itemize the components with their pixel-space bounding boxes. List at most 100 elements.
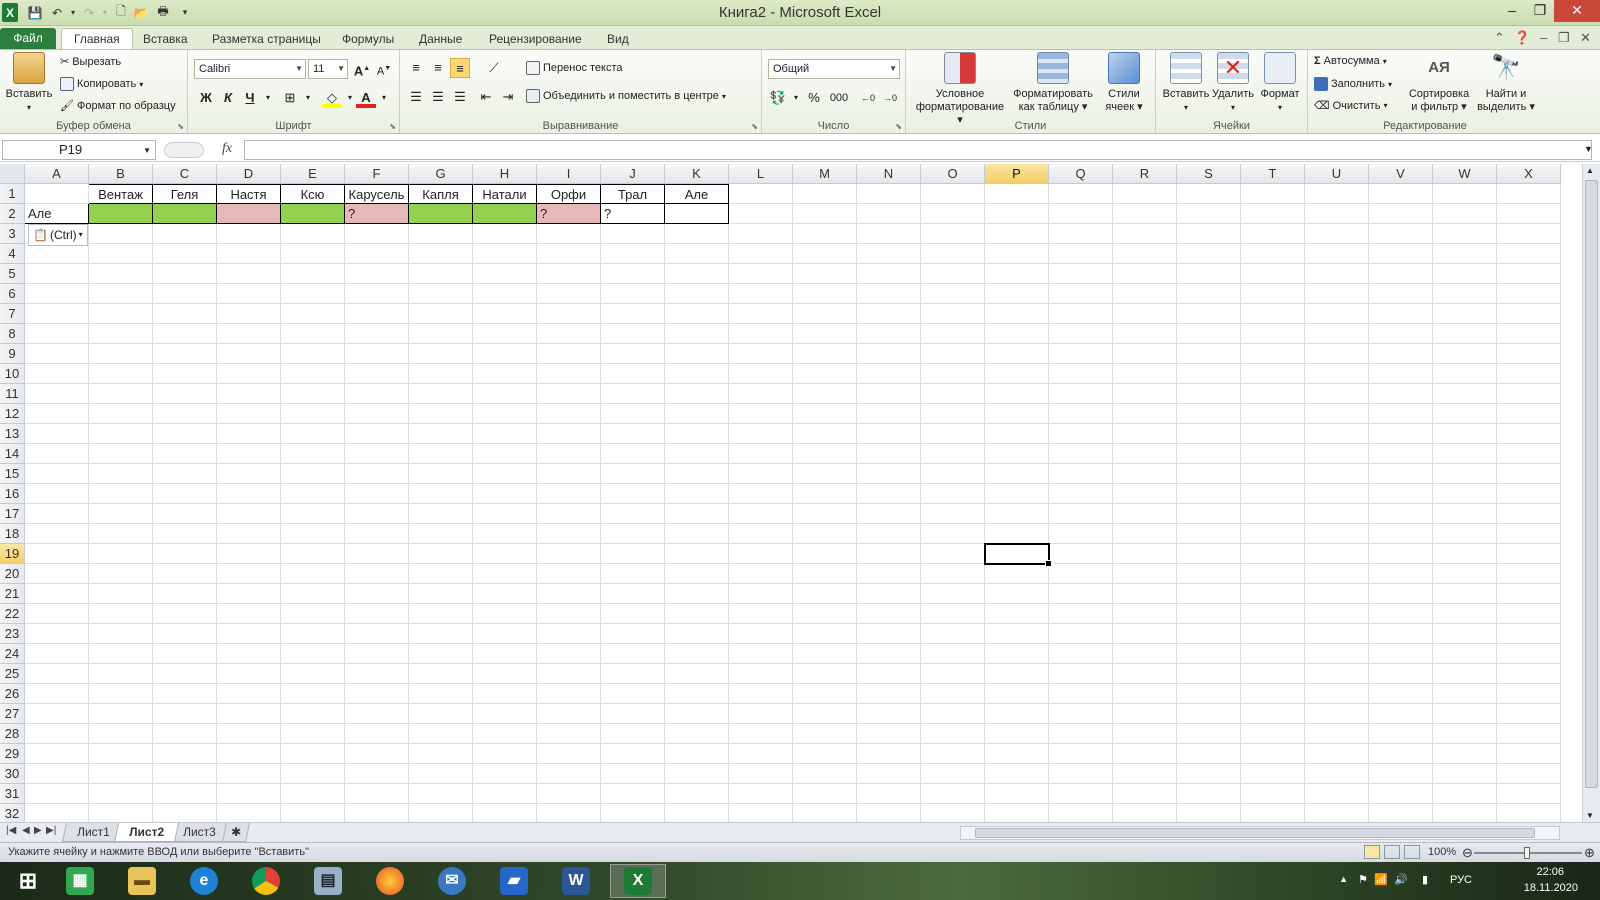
cell-q15[interactable]: [1049, 464, 1113, 484]
cell-s2[interactable]: [1177, 204, 1241, 224]
cell-w26[interactable]: [1433, 684, 1497, 704]
cell-n10[interactable]: [857, 364, 921, 384]
cell-l13[interactable]: [729, 424, 793, 444]
cell-m9[interactable]: [793, 344, 857, 364]
cell-t17[interactable]: [1241, 504, 1305, 524]
cell-x15[interactable]: [1497, 464, 1561, 484]
column-header-b[interactable]: B: [89, 164, 153, 184]
cell-i23[interactable]: [537, 624, 601, 644]
cell-t25[interactable]: [1241, 664, 1305, 684]
clipboard-launcher-icon[interactable]: ⬊: [177, 122, 184, 131]
cell-i25[interactable]: [537, 664, 601, 684]
cell-b17[interactable]: [89, 504, 153, 524]
minimize-icon[interactable]: –: [1498, 0, 1526, 22]
cell-l3[interactable]: [729, 224, 793, 244]
cell-o12[interactable]: [921, 404, 985, 424]
cell-t20[interactable]: [1241, 564, 1305, 584]
tab-review[interactable]: Рецензирование: [489, 29, 582, 50]
cell-a16[interactable]: [25, 484, 89, 504]
fill-color-icon[interactable]: ◇: [322, 88, 342, 108]
cell-v1[interactable]: [1369, 184, 1433, 204]
cell-k31[interactable]: [665, 784, 729, 804]
cell-o20[interactable]: [921, 564, 985, 584]
cell-e30[interactable]: [281, 764, 345, 784]
cell-x19[interactable]: [1497, 544, 1561, 564]
cell-m24[interactable]: [793, 644, 857, 664]
cell-w15[interactable]: [1433, 464, 1497, 484]
zoom-out-icon[interactable]: ⊖: [1462, 843, 1473, 862]
cell-e29[interactable]: [281, 744, 345, 764]
cell-t8[interactable]: [1241, 324, 1305, 344]
cell-a20[interactable]: [25, 564, 89, 584]
cell-p17[interactable]: [985, 504, 1049, 524]
minimize-ribbon-icon[interactable]: ⌃: [1494, 30, 1505, 46]
cell-l1[interactable]: [729, 184, 793, 204]
cell-r18[interactable]: [1113, 524, 1177, 544]
cell-k32[interactable]: [665, 804, 729, 822]
cell-j4[interactable]: [601, 244, 665, 264]
date[interactable]: 18.11.2020: [1524, 882, 1578, 894]
cell-u21[interactable]: [1305, 584, 1369, 604]
row-header-16[interactable]: 16: [0, 484, 25, 504]
cell-n4[interactable]: [857, 244, 921, 264]
cell-t13[interactable]: [1241, 424, 1305, 444]
cell-b9[interactable]: [89, 344, 153, 364]
cell-n31[interactable]: [857, 784, 921, 804]
cell-s11[interactable]: [1177, 384, 1241, 404]
cell-n16[interactable]: [857, 484, 921, 504]
cell-k23[interactable]: [665, 624, 729, 644]
column-header-o[interactable]: O: [921, 164, 985, 184]
cell-s22[interactable]: [1177, 604, 1241, 624]
cell-m31[interactable]: [793, 784, 857, 804]
taskbar-document-viewer[interactable]: ▰: [486, 864, 542, 898]
find-select-button[interactable]: 🔭 Найти и выделить ▾: [1474, 52, 1538, 114]
cell-r27[interactable]: [1113, 704, 1177, 724]
cell-j17[interactable]: [601, 504, 665, 524]
cell-x26[interactable]: [1497, 684, 1561, 704]
row-header-8[interactable]: 8: [0, 324, 25, 344]
cell-p21[interactable]: [985, 584, 1049, 604]
cell-l24[interactable]: [729, 644, 793, 664]
cell-o3[interactable]: [921, 224, 985, 244]
cell-u4[interactable]: [1305, 244, 1369, 264]
cell-w11[interactable]: [1433, 384, 1497, 404]
cell-h4[interactable]: [473, 244, 537, 264]
cell-t12[interactable]: [1241, 404, 1305, 424]
conditional-formatting-button[interactable]: Условное форматирование ▾: [912, 52, 1008, 127]
cell-f11[interactable]: [345, 384, 409, 404]
column-header-l[interactable]: L: [729, 164, 793, 184]
cell-j22[interactable]: [601, 604, 665, 624]
cell-s14[interactable]: [1177, 444, 1241, 464]
cell-t32[interactable]: [1241, 804, 1305, 822]
cell-w28[interactable]: [1433, 724, 1497, 744]
cell-r23[interactable]: [1113, 624, 1177, 644]
cell-r22[interactable]: [1113, 604, 1177, 624]
thousands-button[interactable]: 000: [826, 88, 852, 108]
cell-c10[interactable]: [153, 364, 217, 384]
cell-q17[interactable]: [1049, 504, 1113, 524]
cell-w30[interactable]: [1433, 764, 1497, 784]
cell-n28[interactable]: [857, 724, 921, 744]
cell-j10[interactable]: [601, 364, 665, 384]
cell-f13[interactable]: [345, 424, 409, 444]
cell-m13[interactable]: [793, 424, 857, 444]
cell-h32[interactable]: [473, 804, 537, 822]
cell-o21[interactable]: [921, 584, 985, 604]
cell-e5[interactable]: [281, 264, 345, 284]
cell-c19[interactable]: [153, 544, 217, 564]
cell-g6[interactable]: [409, 284, 473, 304]
cell-a31[interactable]: [25, 784, 89, 804]
cell-f25[interactable]: [345, 664, 409, 684]
cell-l11[interactable]: [729, 384, 793, 404]
cell-x9[interactable]: [1497, 344, 1561, 364]
align-top-icon[interactable]: ≡: [406, 58, 426, 78]
cell-c30[interactable]: [153, 764, 217, 784]
cell-g3[interactable]: [409, 224, 473, 244]
cell-a11[interactable]: [25, 384, 89, 404]
cell-e14[interactable]: [281, 444, 345, 464]
cell-n8[interactable]: [857, 324, 921, 344]
cell-u10[interactable]: [1305, 364, 1369, 384]
cell-a10[interactable]: [25, 364, 89, 384]
cell-v13[interactable]: [1369, 424, 1433, 444]
cell-j27[interactable]: [601, 704, 665, 724]
